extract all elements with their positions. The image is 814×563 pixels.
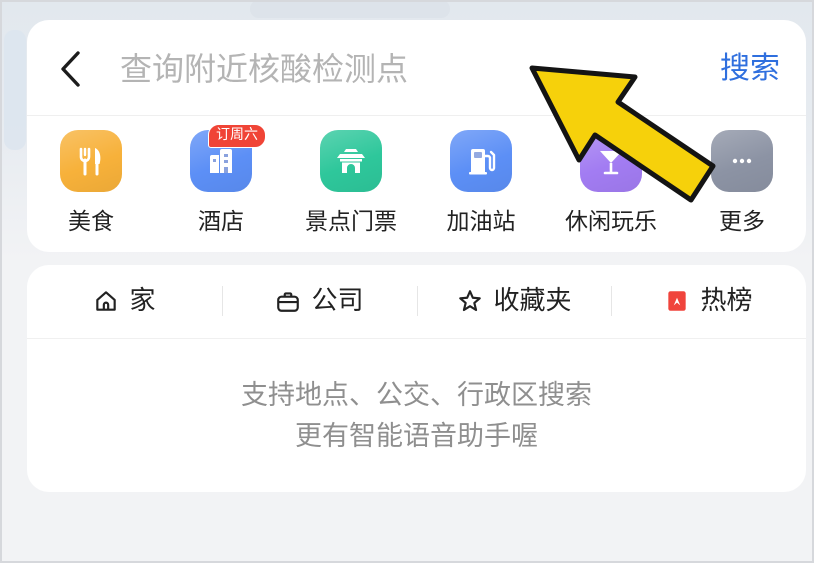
- quick-link-label: 热榜: [700, 286, 753, 316]
- category-leisure[interactable]: 休闲玩乐: [551, 124, 671, 240]
- promo-badge: 订周六: [208, 124, 266, 148]
- search-panel: 搜索 美食: [27, 20, 806, 252]
- star-icon: [459, 290, 482, 312]
- scenic-gate-icon: [320, 130, 382, 192]
- screen: 搜索 美食: [0, 0, 814, 563]
- briefcase-icon: [277, 292, 300, 312]
- divider: [27, 338, 806, 339]
- quick-link-hot-list[interactable]: 热榜: [611, 265, 806, 337]
- category-label: 更多: [719, 209, 765, 235]
- category-label: 酒店: [198, 209, 244, 235]
- quick-link-label: 家: [129, 286, 156, 316]
- category-label: 景点门票: [305, 209, 397, 235]
- quick-link-company[interactable]: 公司: [222, 265, 417, 337]
- quick-link-label: 公司: [311, 286, 364, 316]
- divider: [27, 115, 806, 116]
- back-arrow-icon[interactable]: [56, 48, 86, 90]
- quick-links-panel: 家 公司 收藏夹 热榜 支持地点、公交、行政区搜索 更有智能语音助手喔: [27, 265, 806, 492]
- cocktail-icon: [580, 130, 642, 192]
- category-more[interactable]: 更多: [682, 124, 802, 240]
- hot-list-icon: [668, 291, 687, 311]
- map-road: [4, 30, 26, 150]
- search-hint-line: 更有智能语音助手喔: [295, 421, 538, 452]
- gas-pump-icon: [450, 130, 512, 192]
- map-label-blur: [250, 0, 450, 18]
- category-gas-station[interactable]: 加油站: [421, 124, 541, 240]
- search-button[interactable]: 搜索: [720, 48, 790, 90]
- category-hotel[interactable]: 订周六 酒店: [161, 124, 281, 240]
- fork-knife-icon: [60, 130, 122, 192]
- quick-link-label: 收藏夹: [493, 286, 572, 316]
- home-icon: [96, 291, 117, 311]
- more-dots-icon: [711, 130, 773, 192]
- category-label: 加油站: [446, 209, 516, 235]
- category-scenic-tickets[interactable]: 景点门票: [291, 124, 411, 240]
- search-input[interactable]: [120, 48, 540, 90]
- search-hint-line: 支持地点、公交、行政区搜索: [241, 380, 592, 411]
- quick-link-home[interactable]: 家: [27, 265, 222, 337]
- category-food[interactable]: 美食: [31, 124, 151, 240]
- category-label: 休闲玩乐: [565, 209, 657, 235]
- quick-link-favorites[interactable]: 收藏夹: [417, 265, 612, 337]
- category-label: 美食: [68, 209, 114, 235]
